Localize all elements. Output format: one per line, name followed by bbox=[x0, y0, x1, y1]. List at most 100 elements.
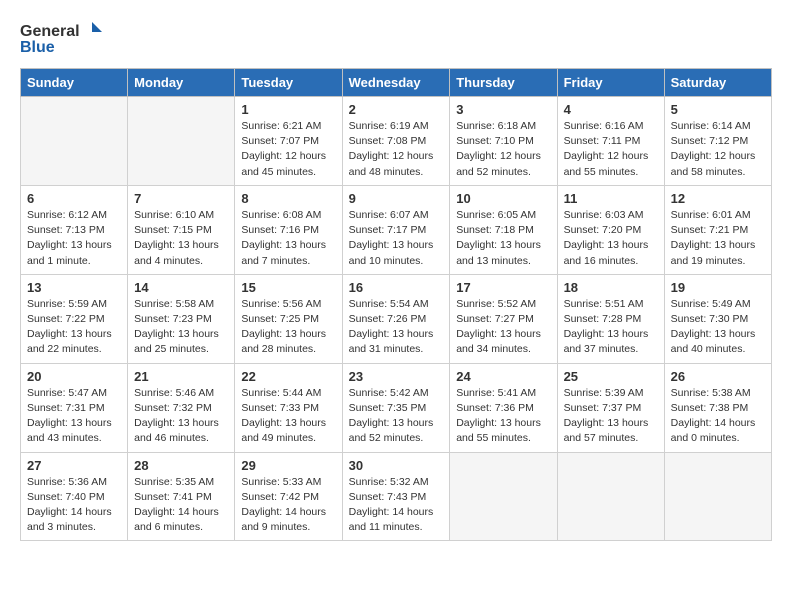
day-number: 2 bbox=[349, 102, 444, 117]
calendar-cell: 30 Sunrise: 5:32 AM Sunset: 7:43 PM Dayli… bbox=[342, 452, 450, 541]
calendar-cell: 25Sunrise: 5:39 AM Sunset: 7:37 PM Dayli… bbox=[557, 363, 664, 452]
calendar-cell bbox=[557, 452, 664, 541]
day-number: 8 bbox=[241, 191, 335, 206]
day-number: 5 bbox=[671, 102, 765, 117]
day-info: Sunrise: 5:47 AM Sunset: 7:31 PM Dayligh… bbox=[27, 386, 121, 447]
day-number: 22 bbox=[241, 369, 335, 384]
day-info: Sunrise: 5:58 AM Sunset: 7:23 PM Dayligh… bbox=[134, 297, 228, 358]
day-number: 7 bbox=[134, 191, 228, 206]
calendar-cell: 18 Sunrise: 5:51 AM Sunset: 7:28 PM Dayli… bbox=[557, 274, 664, 363]
weekday-header-tuesday: Tuesday bbox=[235, 69, 342, 97]
calendar-cell bbox=[664, 452, 771, 541]
day-number: 15 bbox=[241, 280, 335, 295]
day-number: 17 bbox=[456, 280, 550, 295]
day-info: Sunrise: 6:01 AM Sunset: 7:21 PM Dayligh… bbox=[671, 208, 765, 269]
day-info: Sunrise: 6:18 AM Sunset: 7:10 PM Dayligh… bbox=[456, 119, 550, 180]
day-number: 16 bbox=[349, 280, 444, 295]
day-info: Sunrise: 5:39 AM Sunset: 7:37 PM Dayligh… bbox=[564, 386, 658, 447]
calendar-cell: 29 Sunrise: 5:33 AM Sunset: 7:42 PM Dayli… bbox=[235, 452, 342, 541]
day-info: Sunrise: 5:35 AM Sunset: 7:41 PM Dayligh… bbox=[134, 475, 228, 536]
calendar-cell: 28 Sunrise: 5:35 AM Sunset: 7:41 PM Dayli… bbox=[128, 452, 235, 541]
weekday-header-row: SundayMondayTuesdayWednesdayThursdayFrid… bbox=[21, 69, 772, 97]
calendar-cell: 23 Sunrise: 5:42 AM Sunset: 7:35 PM Dayli… bbox=[342, 363, 450, 452]
day-number: 14 bbox=[134, 280, 228, 295]
calendar-cell: 8Sunrise: 6:08 AM Sunset: 7:16 PM Daylig… bbox=[235, 185, 342, 274]
day-info: Sunrise: 6:05 AM Sunset: 7:18 PM Dayligh… bbox=[456, 208, 550, 269]
day-info: Sunrise: 5:54 AM Sunset: 7:26 PM Dayligh… bbox=[349, 297, 444, 358]
day-info: Sunrise: 6:07 AM Sunset: 7:17 PM Dayligh… bbox=[349, 208, 444, 269]
day-info: Sunrise: 5:42 AM Sunset: 7:35 PM Dayligh… bbox=[349, 386, 444, 447]
day-info: Sunrise: 5:51 AM Sunset: 7:28 PM Dayligh… bbox=[564, 297, 658, 358]
day-info: Sunrise: 5:46 AM Sunset: 7:32 PM Dayligh… bbox=[134, 386, 228, 447]
weekday-header-sunday: Sunday bbox=[21, 69, 128, 97]
day-info: Sunrise: 5:36 AM Sunset: 7:40 PM Dayligh… bbox=[27, 475, 121, 536]
day-number: 13 bbox=[27, 280, 121, 295]
day-number: 19 bbox=[671, 280, 765, 295]
calendar-cell bbox=[128, 97, 235, 186]
calendar-week-row: 1Sunrise: 6:21 AM Sunset: 7:07 PM Daylig… bbox=[21, 97, 772, 186]
day-info: Sunrise: 6:10 AM Sunset: 7:15 PM Dayligh… bbox=[134, 208, 228, 269]
calendar-cell: 7 Sunrise: 6:10 AM Sunset: 7:15 PM Daylig… bbox=[128, 185, 235, 274]
calendar-cell: 5Sunrise: 6:14 AM Sunset: 7:12 PM Daylig… bbox=[664, 97, 771, 186]
day-info: Sunrise: 5:44 AM Sunset: 7:33 PM Dayligh… bbox=[241, 386, 335, 447]
day-number: 9 bbox=[349, 191, 444, 206]
day-info: Sunrise: 5:49 AM Sunset: 7:30 PM Dayligh… bbox=[671, 297, 765, 358]
day-info: Sunrise: 6:19 AM Sunset: 7:08 PM Dayligh… bbox=[349, 119, 444, 180]
day-info: Sunrise: 5:32 AM Sunset: 7:43 PM Dayligh… bbox=[349, 475, 444, 536]
calendar-cell: 10 Sunrise: 6:05 AM Sunset: 7:18 PM Dayli… bbox=[450, 185, 557, 274]
day-info: Sunrise: 6:21 AM Sunset: 7:07 PM Dayligh… bbox=[241, 119, 335, 180]
day-info: Sunrise: 5:56 AM Sunset: 7:25 PM Dayligh… bbox=[241, 297, 335, 358]
weekday-header-saturday: Saturday bbox=[664, 69, 771, 97]
day-number: 28 bbox=[134, 458, 228, 473]
day-number: 12 bbox=[671, 191, 765, 206]
weekday-header-thursday: Thursday bbox=[450, 69, 557, 97]
calendar-week-row: 13 Sunrise: 5:59 AM Sunset: 7:22 PM Dayli… bbox=[21, 274, 772, 363]
day-info: Sunrise: 5:33 AM Sunset: 7:42 PM Dayligh… bbox=[241, 475, 335, 536]
day-number: 29 bbox=[241, 458, 335, 473]
day-info: Sunrise: 5:59 AM Sunset: 7:22 PM Dayligh… bbox=[27, 297, 121, 358]
calendar-cell: 27 Sunrise: 5:36 AM Sunset: 7:40 PM Dayli… bbox=[21, 452, 128, 541]
calendar-cell: 2 Sunrise: 6:19 AM Sunset: 7:08 PM Daylig… bbox=[342, 97, 450, 186]
day-info: Sunrise: 6:12 AM Sunset: 7:13 PM Dayligh… bbox=[27, 208, 121, 269]
calendar-cell: 13 Sunrise: 5:59 AM Sunset: 7:22 PM Dayli… bbox=[21, 274, 128, 363]
weekday-header-wednesday: Wednesday bbox=[342, 69, 450, 97]
calendar-cell: 3Sunrise: 6:18 AM Sunset: 7:10 PM Daylig… bbox=[450, 97, 557, 186]
calendar-cell: 9 Sunrise: 6:07 AM Sunset: 7:17 PM Daylig… bbox=[342, 185, 450, 274]
calendar-cell: 15 Sunrise: 5:56 AM Sunset: 7:25 PM Dayli… bbox=[235, 274, 342, 363]
logo-svg: GeneralBlue bbox=[20, 20, 110, 58]
calendar-table: SundayMondayTuesdayWednesdayThursdayFrid… bbox=[20, 68, 772, 541]
day-number: 10 bbox=[456, 191, 550, 206]
weekday-header-friday: Friday bbox=[557, 69, 664, 97]
calendar-cell: 4 Sunrise: 6:16 AM Sunset: 7:11 PM Daylig… bbox=[557, 97, 664, 186]
calendar-cell: 6Sunrise: 6:12 AM Sunset: 7:13 PM Daylig… bbox=[21, 185, 128, 274]
day-number: 21 bbox=[134, 369, 228, 384]
calendar-cell: 21 Sunrise: 5:46 AM Sunset: 7:32 PM Dayli… bbox=[128, 363, 235, 452]
day-number: 30 bbox=[349, 458, 444, 473]
day-info: Sunrise: 6:16 AM Sunset: 7:11 PM Dayligh… bbox=[564, 119, 658, 180]
day-number: 4 bbox=[564, 102, 658, 117]
calendar-cell: 20 Sunrise: 5:47 AM Sunset: 7:31 PM Dayli… bbox=[21, 363, 128, 452]
calendar-cell: 22 Sunrise: 5:44 AM Sunset: 7:33 PM Dayli… bbox=[235, 363, 342, 452]
calendar-cell: 14 Sunrise: 5:58 AM Sunset: 7:23 PM Dayli… bbox=[128, 274, 235, 363]
day-number: 18 bbox=[564, 280, 658, 295]
calendar-cell: 12 Sunrise: 6:01 AM Sunset: 7:21 PM Dayli… bbox=[664, 185, 771, 274]
calendar-week-row: 27 Sunrise: 5:36 AM Sunset: 7:40 PM Dayli… bbox=[21, 452, 772, 541]
day-number: 27 bbox=[27, 458, 121, 473]
day-number: 26 bbox=[671, 369, 765, 384]
page-header: GeneralBlue bbox=[20, 20, 772, 58]
logo: GeneralBlue bbox=[20, 20, 110, 58]
calendar-cell: 11Sunrise: 6:03 AM Sunset: 7:20 PM Dayli… bbox=[557, 185, 664, 274]
day-info: Sunrise: 6:03 AM Sunset: 7:20 PM Dayligh… bbox=[564, 208, 658, 269]
calendar-week-row: 20 Sunrise: 5:47 AM Sunset: 7:31 PM Dayli… bbox=[21, 363, 772, 452]
day-info: Sunrise: 5:41 AM Sunset: 7:36 PM Dayligh… bbox=[456, 386, 550, 447]
calendar-cell bbox=[450, 452, 557, 541]
day-number: 20 bbox=[27, 369, 121, 384]
calendar-cell: 16 Sunrise: 5:54 AM Sunset: 7:26 PM Dayli… bbox=[342, 274, 450, 363]
day-number: 23 bbox=[349, 369, 444, 384]
day-info: Sunrise: 5:52 AM Sunset: 7:27 PM Dayligh… bbox=[456, 297, 550, 358]
svg-text:General: General bbox=[20, 23, 80, 40]
svg-text:Blue: Blue bbox=[20, 39, 55, 56]
calendar-cell: 1Sunrise: 6:21 AM Sunset: 7:07 PM Daylig… bbox=[235, 97, 342, 186]
calendar-cell: 24Sunrise: 5:41 AM Sunset: 7:36 PM Dayli… bbox=[450, 363, 557, 452]
calendar-cell: 26Sunrise: 5:38 AM Sunset: 7:38 PM Dayli… bbox=[664, 363, 771, 452]
